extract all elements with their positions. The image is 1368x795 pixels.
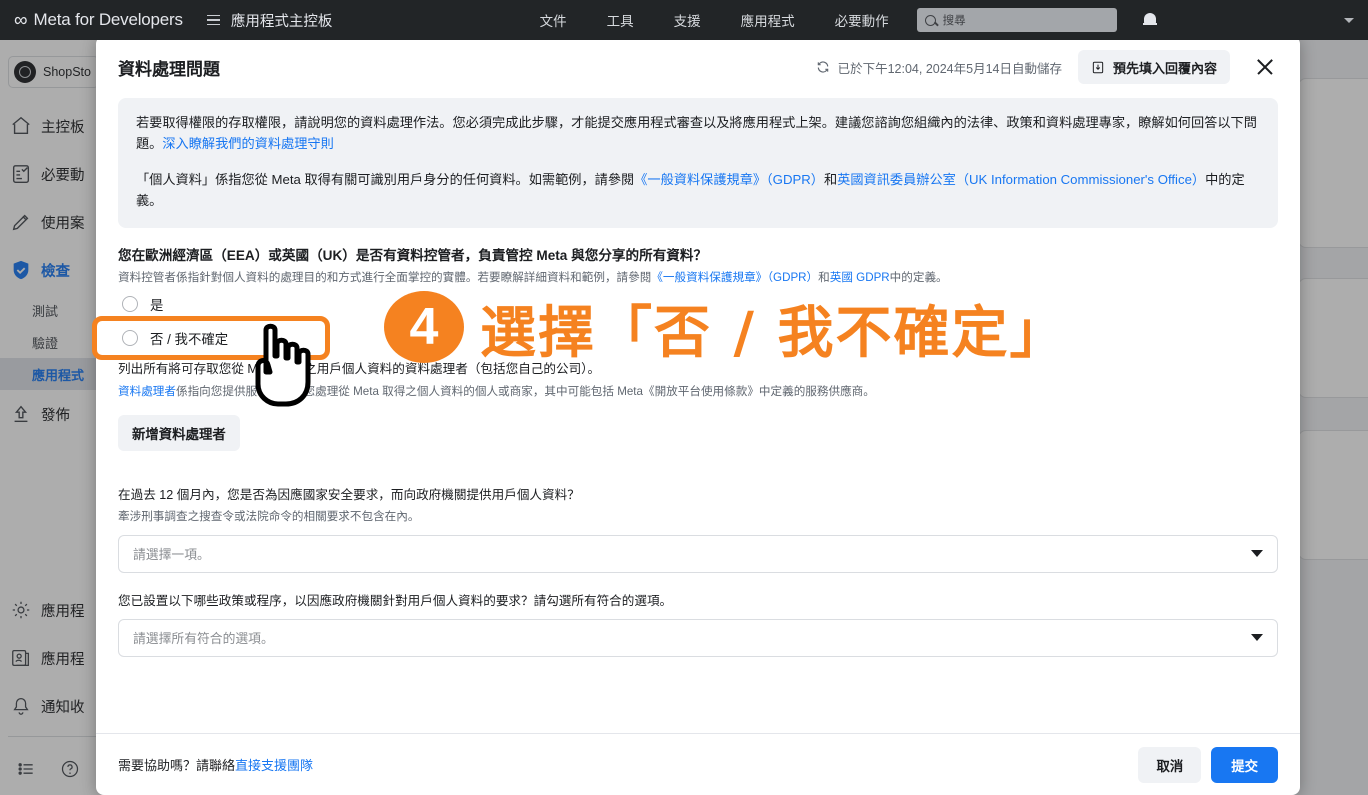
annotation-instruction-text: 選擇「否 / 我不確定」 [480, 301, 1068, 366]
radio-circle-no-unsure [122, 330, 138, 347]
info-p2-text: 「個人資料」係指您從 Meta 取得有關可識別用戶身分的任何資料。如需範例，請參… [136, 171, 635, 187]
modal-header-actions: 已於下午12:04, 2024年5月14日自動儲存 預先填入回覆內容 [816, 50, 1278, 84]
chevron-down-icon[interactable] [1343, 17, 1354, 23]
ico-link[interactable]: 英國資訊委員辦公室（UK Information Commissioner's … [837, 172, 1205, 187]
meta-infinity-icon: ∞ [14, 9, 28, 31]
chevron-down-icon [1251, 634, 1263, 642]
top-nav-links: 文件 工具 支援 應用程式 必要動作 搜尋 [520, 8, 1157, 32]
footer-buttons: 取消 提交 [1138, 746, 1278, 783]
annotation-step-badge: 4 [384, 291, 464, 363]
app-dashboard-label[interactable]: 應用程式主控板 [231, 10, 333, 31]
question-4: 您已設置以下哪些政策或程序，以因應政府機關針對用戶個人資料的要求？請勾選所有符合… [118, 591, 1278, 657]
direct-support-link[interactable]: 直接支援團隊 [235, 758, 313, 773]
search-placeholder: 搜尋 [942, 15, 966, 27]
nav-link-docs[interactable]: 文件 [520, 10, 587, 30]
policies-multiselect-placeholder: 請選擇所有符合的選項。 [133, 631, 274, 647]
radio-circle-yes [122, 296, 138, 313]
autosave-text: 已於下午12:04, 2024年5月14日自動儲存 [837, 61, 1062, 76]
q1-uk-gdpr-link[interactable]: 英國 GDPR [830, 271, 890, 284]
question-1-subtitle: 資料控管者係指針對個人資料的處理目的和方式進行全面掌控的實體。若要瞭解詳細資料和… [118, 269, 1278, 288]
submit-button[interactable]: 提交 [1211, 746, 1278, 783]
radio-label-no-unsure: 否 / 我不確定 [150, 332, 229, 348]
brand-label: Meta for Developers [33, 10, 183, 29]
data-handling-modal: 資料處理問題 已於下午12:04, 2024年5月14日自動儲存 預先填入回覆內… [96, 36, 1300, 795]
q1-sub-end: 中的定義。 [889, 270, 948, 284]
question-3-subtitle: 牽涉刑事調查之搜查令或法院命令的相關要求不包含在內。 [118, 510, 420, 524]
gdpr-link[interactable]: 《一般資料保護規章》（GDPR） [634, 172, 824, 187]
national-security-select-placeholder: 請選擇一項。 [133, 547, 210, 563]
search-icon [924, 14, 936, 26]
modal-footer: 需要協助嗎？請聯絡直接支援團隊 取消 提交 [96, 733, 1300, 795]
nav-link-required-actions[interactable]: 必要動作 [815, 10, 909, 30]
policies-multiselect[interactable]: 請選擇所有符合的選項。 [118, 618, 1278, 657]
help-text: 需要協助嗎？請聯絡直接支援團隊 [118, 755, 313, 774]
notification-bell-icon[interactable] [1142, 12, 1157, 28]
q1-sub-text: 資料控管者係指針對個人資料的處理目的和方式進行全面掌控的實體。若要瞭解詳細資料和… [118, 270, 652, 284]
top-navigation-bar: ∞ Meta for Developers 應用程式主控板 文件 工具 支援 應… [0, 0, 1368, 40]
q1-sub-mid: 和 [818, 270, 830, 284]
prefill-label: 預先填入回覆內容 [1112, 60, 1217, 76]
help-text-label: 需要協助嗎？請聯絡 [118, 758, 236, 773]
modal-header: 資料處理問題 已於下午12:04, 2024年5月14日自動儲存 預先填入回覆內… [96, 36, 1300, 98]
nav-link-support[interactable]: 支援 [654, 10, 721, 30]
question-1-title: 您在歐洲經濟區（EEA）或英國（UK）是否有資料控管者，負責管控 Meta 與您… [118, 247, 708, 263]
refresh-icon [817, 61, 828, 73]
data-handling-guidelines-link[interactable]: 深入瞭解我們的資料處理守則 [162, 136, 333, 151]
question-3-title: 在過去 12 個月內，您是否為因應國家安全要求，而向政府機關提供用戶個人資料？ [118, 488, 580, 503]
close-icon[interactable] [1252, 54, 1278, 80]
autosave-status: 已於下午12:04, 2024年5月14日自動儲存 [816, 58, 1062, 77]
brand-logo[interactable]: ∞ Meta for Developers [0, 10, 183, 30]
modal-body: 若要取得權限的存取權限，請說明您的資料處理作法。您必須完成此步驟，才能提交應用程… [96, 98, 1300, 733]
chevron-down-icon [1251, 550, 1263, 558]
search-input[interactable]: 搜尋 [916, 8, 1117, 32]
question-4-title: 您已設置以下哪些政策或程序，以因應政府機關針對用戶個人資料的要求？請勾選所有符合… [118, 593, 673, 608]
info-paragraph-2: 「個人資料」係指您從 Meta 取得有關可識別用戶身分的任何資料。如需範例，請參… [136, 169, 1260, 212]
cancel-button[interactable]: 取消 [1138, 746, 1202, 783]
import-icon [1092, 61, 1104, 73]
question-3: 在過去 12 個月內，您是否為因應國家安全要求，而向政府機關提供用戶個人資料？ … [118, 485, 1278, 573]
data-processor-link[interactable]: 資料處理者 [118, 385, 176, 398]
screen: ∞ Meta for Developers 應用程式主控板 文件 工具 支援 應… [0, 0, 1368, 795]
q1-gdpr-link[interactable]: 《一般資料保護規章》（GDPR） [651, 271, 818, 284]
radio-label-yes: 是 [150, 298, 164, 314]
national-security-select[interactable]: 請選擇一項。 [118, 534, 1278, 573]
info-paragraph-1: 若要取得權限的存取權限，請說明您的資料處理作法。您必須完成此步驟，才能提交應用程… [136, 112, 1260, 155]
info-box: 若要取得權限的存取權限，請說明您的資料處理作法。您必須完成此步驟，才能提交應用程… [118, 98, 1278, 228]
hamburger-icon[interactable] [206, 14, 220, 26]
pointing-hand-cursor [255, 323, 311, 407]
add-data-processor-button[interactable]: 新增資料處理者 [118, 415, 240, 452]
modal-title: 資料處理問題 [118, 59, 220, 79]
prefill-answers-button[interactable]: 預先填入回覆內容 [1077, 50, 1230, 84]
nav-link-tools[interactable]: 工具 [587, 10, 654, 30]
info-p2-mid: 和 [823, 171, 838, 187]
nav-link-apps[interactable]: 應用程式 [721, 10, 815, 30]
